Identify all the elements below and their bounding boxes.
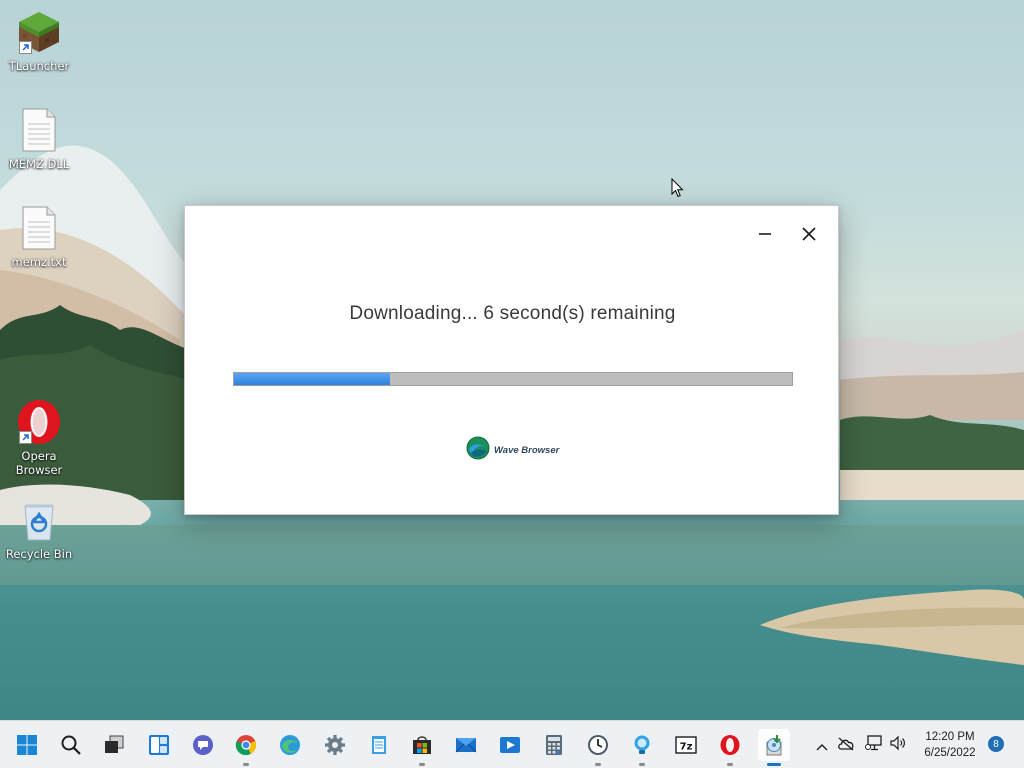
download-status-text: Downloading... 6 second(s) remaining	[349, 303, 676, 324]
tips-icon	[631, 734, 653, 756]
calculator-icon	[543, 734, 565, 756]
taskbar-mail-button[interactable]	[450, 729, 482, 761]
onedrive-tray-button[interactable]	[836, 735, 856, 755]
taskbar-media-player-button[interactable]	[494, 729, 526, 761]
show-hidden-icons-button[interactable]	[814, 735, 830, 755]
opera-icon	[719, 734, 741, 756]
text-file-icon	[15, 204, 63, 252]
desktop-icon-label: MEMZ.DLL	[8, 157, 70, 171]
progress-fill	[234, 373, 391, 385]
download-dialog: Downloading... 6 second(s) remaining Wav…	[184, 205, 839, 515]
taskbar-widgets-button[interactable]	[143, 729, 175, 761]
volume-icon	[889, 735, 907, 755]
running-indicator	[767, 763, 781, 766]
file-icon	[15, 106, 63, 154]
store-icon	[411, 734, 433, 756]
clock-time: 12:20 PM	[925, 731, 975, 743]
close-button[interactable]	[792, 220, 826, 250]
running-indicator	[595, 763, 601, 766]
network-tray-button[interactable]	[864, 735, 884, 755]
notepad-icon	[368, 734, 390, 756]
shortcut-arrow-icon	[19, 41, 32, 54]
installer-icon	[762, 733, 786, 757]
taskbar-settings-button[interactable]	[319, 729, 351, 761]
desktop-icon-memz-txt[interactable]: memz.txt	[0, 204, 78, 269]
notification-badge[interactable]: 8	[988, 736, 1004, 752]
minimize-icon	[758, 226, 772, 245]
7zip-icon: 7z	[675, 734, 697, 756]
taskbar-calculator-button[interactable]	[538, 729, 570, 761]
task-view-icon	[103, 734, 125, 756]
teams-chat-icon	[192, 734, 214, 756]
close-icon	[802, 226, 816, 245]
wave-browser-logo: Wave Browser	[466, 436, 559, 464]
taskbar-task-view-button[interactable]	[98, 729, 130, 761]
taskbar: 7z 12:20 PM 6/25/2022	[0, 720, 1024, 768]
minecraft-grass-block-icon	[15, 8, 63, 56]
minimize-button[interactable]	[748, 220, 782, 250]
volume-tray-button[interactable]	[888, 735, 908, 755]
chevron-up-icon	[816, 736, 828, 755]
taskbar-clock[interactable]: 12:20 PM 6/25/2022	[914, 729, 986, 761]
clock-icon	[587, 734, 609, 756]
clock-date: 6/25/2022	[924, 747, 976, 759]
chrome-icon	[235, 734, 257, 756]
taskbar-7-zip-button[interactable]: 7z	[670, 729, 702, 761]
search-icon	[60, 734, 82, 756]
wave-browser-icon	[466, 436, 490, 464]
opera-icon	[15, 398, 63, 446]
running-indicator	[243, 763, 249, 766]
taskbar-store-button[interactable]	[406, 729, 438, 766]
windows-start-icon	[16, 734, 38, 756]
svg-text:7z: 7z	[680, 742, 693, 753]
cloud-offline-icon	[837, 736, 855, 755]
taskbar-chrome-button[interactable]	[230, 729, 262, 766]
taskbar-start-button[interactable]	[11, 729, 43, 761]
running-indicator	[419, 763, 425, 766]
taskbar-chat-button[interactable]	[187, 729, 219, 761]
widgets-icon	[148, 734, 170, 756]
desktop-icon-label: memz.txt	[11, 255, 67, 269]
gear-icon	[324, 734, 346, 756]
desktop-icon-label: TLauncher	[8, 59, 70, 73]
desktop-icon-label: Opera Browser	[15, 449, 63, 477]
desktop-icon-memz-dll[interactable]: MEMZ.DLL	[0, 106, 78, 171]
taskbar-notepad-button[interactable]	[363, 729, 395, 761]
taskbar-search-button[interactable]	[55, 729, 87, 761]
edge-icon	[279, 734, 301, 756]
taskbar-opera-button[interactable]	[714, 729, 746, 766]
mail-icon	[455, 734, 477, 756]
desktop-icon-recycle-bin[interactable]: Recycle Bin	[0, 496, 78, 561]
brand-name: Wave Browser	[494, 444, 560, 456]
running-indicator	[727, 763, 733, 766]
shortcut-arrow-icon	[19, 431, 32, 444]
mouse-cursor-icon	[671, 177, 685, 202]
media-player-icon	[499, 734, 521, 756]
desktop-icon-label: Recycle Bin	[5, 547, 73, 561]
running-indicator	[639, 763, 645, 766]
taskbar-installer-button[interactable]	[758, 729, 790, 766]
taskbar-tips-button[interactable]	[626, 729, 658, 766]
desktop-icon-opera-browser[interactable]: Opera Browser	[0, 398, 78, 477]
desktop-icon-tlauncher[interactable]: TLauncher	[0, 8, 78, 73]
recycle-bin-icon	[15, 496, 63, 544]
network-icon	[865, 735, 883, 755]
taskbar-edge-button[interactable]	[274, 729, 306, 761]
download-progress-bar	[233, 372, 793, 386]
taskbar-clock-button[interactable]	[582, 729, 614, 766]
